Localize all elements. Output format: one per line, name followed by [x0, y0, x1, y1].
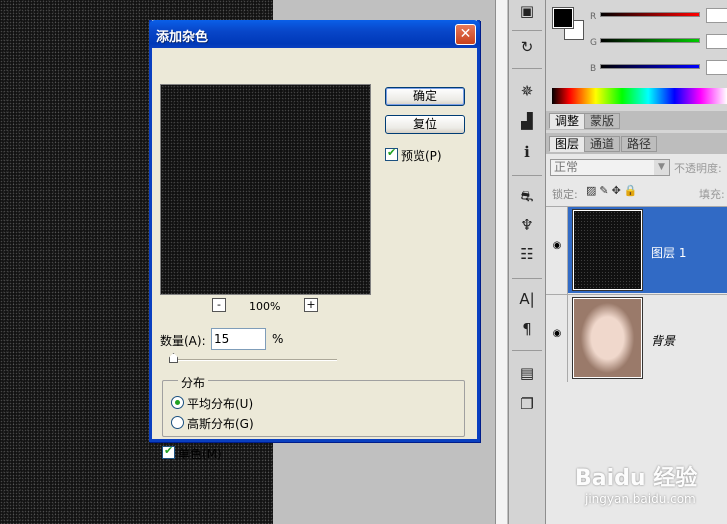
layer-row[interactable]: ◉ 背景 — [546, 294, 727, 382]
fill-label: 填充: — [699, 188, 725, 201]
close-button[interactable]: ✕ — [455, 24, 476, 45]
blend-mode-select[interactable]: 正常 — [550, 159, 670, 176]
amount-input[interactable]: 15 — [211, 328, 266, 350]
layer-thumbnail — [572, 209, 643, 291]
monochrome-checkbox[interactable] — [162, 444, 175, 459]
layer-name[interactable]: 图层 1 — [651, 244, 686, 261]
layer-name[interactable]: 背景 — [651, 332, 675, 349]
red-channel-value[interactable] — [706, 8, 727, 23]
tab-paths[interactable]: 路径 — [621, 136, 658, 152]
distribution-legend: 分布 — [178, 374, 209, 391]
lock-position-icon[interactable]: ✥ — [612, 184, 624, 197]
percent-label: % — [272, 332, 284, 346]
panel-divider — [495, 0, 507, 524]
gaussian-radio[interactable] — [171, 416, 184, 429]
eye-icon: ◉ — [552, 240, 562, 251]
layer-row[interactable]: ◉ 图层 1 — [546, 206, 727, 294]
tab-channels[interactable]: 通道 — [584, 136, 621, 152]
amount-slider-track[interactable] — [171, 359, 337, 361]
preview-label[interactable]: 预览(P) — [401, 147, 442, 164]
clone-source-icon[interactable]: ♆ — [516, 214, 538, 236]
lock-label: 锁定: — [552, 188, 578, 201]
blue-channel-label: B — [590, 64, 597, 74]
tab-layers[interactable]: 图层 — [549, 136, 586, 152]
add-noise-dialog: 添加杂色 ✕ - 100% + 确定 复位 预览(P) 数量(A): 15 % … — [149, 20, 480, 461]
history-icon[interactable]: ↻ — [516, 36, 538, 58]
brushes-icon[interactable]: ⛐ — [516, 185, 538, 207]
right-panels: R G B 调整 蒙版 图层 通道 路径 正常 ▼ 不透明度: 锁定: ▨✎✥🔒… — [546, 0, 727, 524]
layer-thumbnail — [572, 297, 643, 379]
notes-icon[interactable]: ▤ — [516, 362, 538, 384]
character-icon[interactable]: A| — [516, 288, 538, 310]
ok-button[interactable]: 确定 — [385, 87, 465, 106]
foreground-color-swatch[interactable] — [552, 7, 574, 29]
amount-slider-thumb[interactable] — [169, 353, 178, 363]
lock-image-icon[interactable]: ✎ — [599, 184, 611, 197]
uniform-radio[interactable] — [171, 396, 184, 409]
red-channel-label: R — [590, 12, 597, 22]
preview-image[interactable] — [160, 84, 371, 295]
close-icon: ✕ — [459, 26, 472, 42]
divider — [512, 350, 542, 351]
tool-presets-icon[interactable]: ☷ — [516, 243, 538, 265]
swatch-icon[interactable]: ▣ — [516, 0, 538, 22]
histogram-icon[interactable]: ▟ — [516, 110, 538, 132]
blue-channel-slider[interactable] — [600, 64, 700, 69]
blue-channel-value[interactable] — [706, 60, 727, 75]
amount-label: 数量(A): — [160, 334, 206, 348]
color-spectrum-bar[interactable] — [552, 88, 727, 104]
lock-all-icon[interactable]: 🔒 — [624, 184, 641, 197]
divider — [512, 278, 542, 279]
eye-icon: ◉ — [552, 328, 562, 339]
zoom-out-button[interactable]: - — [212, 298, 226, 312]
dialog-title: 添加杂色 — [156, 30, 209, 45]
green-channel-value[interactable] — [706, 34, 727, 49]
green-channel-slider[interactable] — [600, 38, 700, 43]
divider — [512, 30, 542, 31]
monochrome-label[interactable]: 单色(M) — [178, 445, 222, 462]
gaussian-label[interactable]: 高斯分布(G) — [187, 415, 254, 432]
visibility-toggle[interactable]: ◉ — [546, 295, 568, 382]
green-channel-label: G — [590, 38, 597, 48]
lock-transparent-icon[interactable]: ▨ — [586, 184, 599, 197]
lock-icons[interactable]: ▨✎✥🔒 — [586, 184, 641, 197]
divider — [512, 68, 542, 69]
zoom-in-button[interactable]: + — [304, 298, 318, 312]
layer-comps-icon[interactable]: ❐ — [516, 393, 538, 415]
divider — [512, 175, 542, 176]
tab-masks[interactable]: 蒙版 — [584, 113, 621, 129]
preview-checkbox[interactable] — [385, 146, 398, 161]
info-icon[interactable]: ℹ — [516, 141, 538, 163]
panel-icon-strip: ▣ ↻ ✵ ▟ ℹ ⛐ ♆ ☷ A| ¶ ▤ ❐ — [508, 0, 546, 524]
visibility-toggle[interactable]: ◉ — [546, 207, 568, 294]
dialog-titlebar[interactable]: 添加杂色 ✕ — [149, 20, 480, 48]
paragraph-icon[interactable]: ¶ — [516, 318, 538, 340]
navigator-icon[interactable]: ✵ — [516, 80, 538, 102]
watermark-url: jingyan.baidu.com — [585, 492, 696, 506]
opacity-label: 不透明度: — [674, 162, 722, 175]
zoom-level: 100% — [249, 300, 281, 313]
watermark-logo: Baidu 经验 — [575, 466, 698, 491]
uniform-label[interactable]: 平均分布(U) — [187, 395, 253, 412]
red-channel-slider[interactable] — [600, 12, 700, 17]
reset-button[interactable]: 复位 — [385, 115, 465, 134]
tab-adjustments[interactable]: 调整 — [549, 113, 586, 129]
chevron-down-icon[interactable]: ▼ — [654, 160, 669, 175]
